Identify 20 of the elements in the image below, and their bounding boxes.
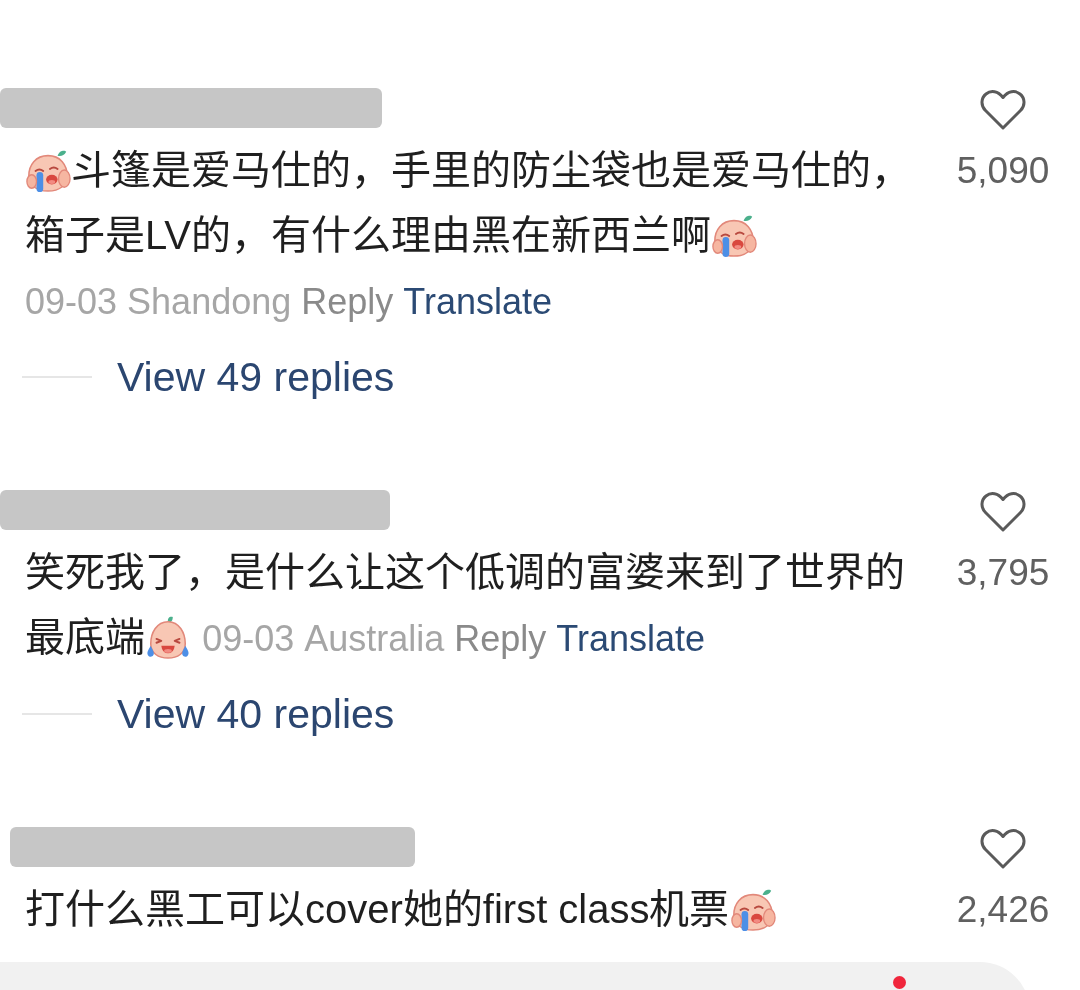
like-count: 5,090 bbox=[956, 149, 1050, 193]
like-count: 2,426 bbox=[956, 888, 1050, 932]
comment-date: 09-03 bbox=[202, 617, 295, 661]
heart-icon[interactable] bbox=[979, 490, 1027, 534]
comment-location: Australia bbox=[304, 617, 445, 661]
view-replies-button[interactable]: View 49 replies bbox=[117, 352, 395, 402]
heart-icon[interactable] bbox=[979, 827, 1027, 871]
comment-text: 笑死我了，是什么让这个低调的富婆来到了世界的 bbox=[25, 550, 905, 594]
heart-icon[interactable] bbox=[979, 88, 1027, 132]
like-count: 3,795 bbox=[956, 551, 1050, 595]
comment-text: 斗篷是爱马仕的，手里的防尘袋也是爱马仕的， bbox=[71, 148, 911, 192]
translate-link[interactable]: Translate bbox=[556, 606, 706, 671]
comment-text: 最底端 bbox=[25, 615, 145, 659]
translate-link[interactable]: Translate bbox=[403, 269, 553, 334]
laughing-tears-face-icon bbox=[145, 614, 191, 660]
comment-text: 箱子是LV的，有什么理由黑在新西兰啊 bbox=[25, 213, 711, 257]
view-replies-button[interactable]: View 40 replies bbox=[117, 689, 395, 739]
comment-text: 打什么黑工可以cover她的first class机票 bbox=[25, 887, 730, 931]
comment-date: 09-03 bbox=[25, 280, 118, 324]
comment-location: Shandong bbox=[127, 280, 292, 324]
